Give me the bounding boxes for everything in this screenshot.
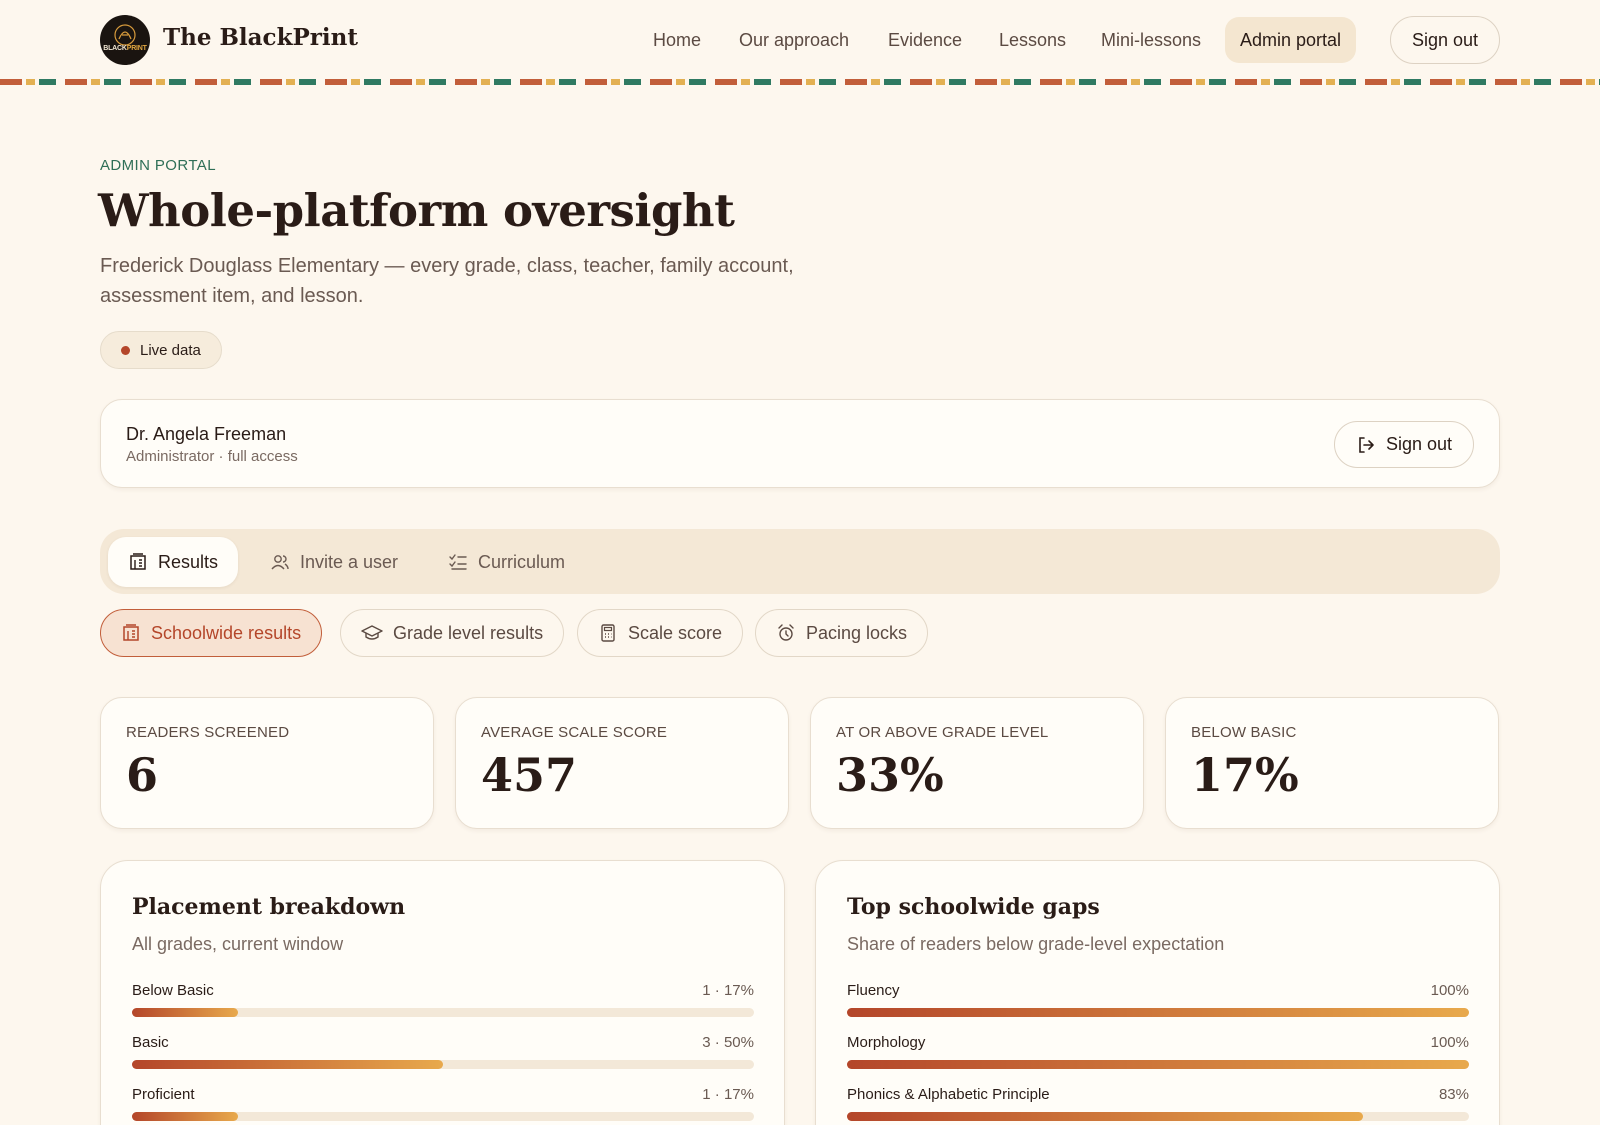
live-dot-icon — [121, 345, 130, 355]
placement-row: Proficient 1 · 17% — [132, 1086, 754, 1125]
users-icon — [271, 555, 289, 570]
bar-value: 3 · 50% — [702, 1034, 754, 1051]
stat-card-readers-screened: READERS SCREENED 6 — [100, 697, 434, 829]
bar-track — [847, 1008, 1469, 1017]
alarm-clock-icon — [778, 624, 794, 641]
tab-curriculum[interactable]: Curriculum — [428, 537, 585, 587]
bar-fill — [847, 1060, 1469, 1069]
user-name: Dr. Angela Freeman — [126, 424, 287, 444]
bar-value: 1 · 17% — [702, 982, 754, 999]
tab-results-label: Results — [158, 551, 219, 572]
panel-title: Placement breakdown — [132, 894, 406, 920]
panel-subtitle: All grades, current window — [132, 934, 344, 954]
live-data-label: Live data — [140, 341, 201, 359]
bar-value: 1 · 17% — [702, 1086, 754, 1103]
bar-label: Proficient — [132, 1086, 195, 1103]
live-data-badge: Live data — [100, 331, 222, 369]
calculator-icon — [601, 624, 615, 642]
subtab-grade-level-label: Grade level results — [393, 622, 544, 643]
building-icon — [123, 624, 139, 641]
stat-value: 17% — [1191, 748, 1299, 802]
tab-invite-label: Invite a user — [300, 551, 399, 572]
stat-label: READERS SCREENED — [126, 724, 290, 741]
subtab-scale-score[interactable]: Scale score — [577, 609, 744, 657]
gap-row: Morphology 100% — [847, 1034, 1469, 1074]
placement-row: Basic 3 · 50% — [132, 1034, 754, 1074]
nav-mini-lessons[interactable]: Mini-lessons — [1101, 17, 1201, 63]
subtab-pacing-locks-label: Pacing locks — [806, 622, 908, 643]
nav-our-approach[interactable]: Our approach — [739, 17, 849, 63]
tab-curriculum-label: Curriculum — [478, 551, 566, 572]
bar-label: Fluency — [847, 982, 900, 999]
brand-name[interactable]: The BlackPrint — [163, 24, 358, 51]
gap-row: Fluency 100% — [847, 982, 1469, 1022]
bar-fill — [847, 1112, 1364, 1121]
subtab-schoolwide-label: Schoolwide results — [151, 622, 302, 643]
sign-out-icon — [1359, 436, 1374, 453]
bar-track — [132, 1112, 754, 1121]
bar-track — [132, 1060, 754, 1069]
subtab-scale-score-label: Scale score — [628, 622, 723, 643]
bar-label: Below Basic — [132, 982, 214, 999]
panel-subtitle: Share of readers below grade-level expec… — [847, 934, 1225, 954]
tab-invite-user[interactable]: Invite a user — [250, 537, 418, 587]
user-signout-label: Sign out — [1385, 434, 1453, 454]
checklist-icon — [449, 554, 467, 570]
logo-wordmark: BLACKPRINT — [103, 45, 147, 52]
tab-results[interactable]: Results — [108, 537, 239, 587]
bar-track — [132, 1008, 754, 1017]
stat-label: BELOW BASIC — [1191, 724, 1297, 741]
decorative-stripe — [0, 79, 1600, 85]
stat-card-below-basic: BELOW BASIC 17% — [1165, 697, 1499, 829]
stat-card-at-or-above-grade-level: AT OR ABOVE GRADE LEVEL 33% — [810, 697, 1144, 829]
header-signout-button[interactable]: Sign out — [1390, 16, 1500, 64]
bar-fill — [132, 1008, 238, 1017]
bar-fill — [132, 1112, 238, 1121]
subtab-pacing-locks[interactable]: Pacing locks — [755, 609, 929, 657]
graduation-cap-icon — [361, 625, 383, 640]
nav-lessons[interactable]: Lessons — [999, 17, 1066, 63]
placement-row: Below Basic 1 · 17% — [132, 982, 754, 1022]
page-title: Whole-platform oversight — [98, 184, 735, 237]
stat-value: 33% — [836, 748, 944, 802]
nav-admin-portal[interactable]: Admin portal — [1225, 17, 1357, 63]
top-gaps-panel: Top schoolwide gaps Share of readers bel… — [815, 860, 1500, 1125]
placement-breakdown-panel: Placement breakdown All grades, current … — [100, 860, 785, 1125]
stat-value: 457 — [481, 748, 578, 802]
subtab-grade-level-results[interactable]: Grade level results — [340, 609, 565, 657]
page-subtitle: Frederick Douglass Elementary — every gr… — [100, 255, 794, 307]
bar-label: Morphology — [847, 1034, 926, 1051]
stat-value: 6 — [126, 748, 159, 802]
bar-track — [847, 1060, 1469, 1069]
stat-card-average-scale-score: AVERAGE SCALE SCORE 457 — [455, 697, 789, 829]
page-eyebrow: ADMIN PORTAL — [100, 157, 216, 174]
brand-logo[interactable]: BLACKPRINT — [100, 15, 150, 65]
stat-label: AT OR ABOVE GRADE LEVEL — [836, 724, 1049, 741]
bar-fill — [132, 1060, 443, 1069]
stat-label: AVERAGE SCALE SCORE — [481, 724, 668, 741]
bar-value: 100% — [1430, 982, 1469, 999]
nav-evidence[interactable]: Evidence — [888, 17, 962, 63]
logo-emblem-icon — [114, 24, 136, 46]
user-card: Dr. Angela Freeman Administrator · full … — [100, 399, 1500, 488]
user-role: Administrator · full access — [126, 448, 298, 465]
building-icon — [130, 553, 146, 570]
bar-label: Phonics & Alphabetic Principle — [847, 1086, 1050, 1103]
site-header: BLACKPRINT The BlackPrint Home Our appro… — [0, 0, 1600, 80]
subtab-schoolwide-results[interactable]: Schoolwide results — [100, 609, 323, 657]
main-tabs: Results Invite a user Curriculum — [100, 529, 1500, 594]
bar-label: Basic — [132, 1034, 169, 1051]
bar-value: 100% — [1430, 1034, 1469, 1051]
bar-track — [847, 1112, 1469, 1121]
gap-row: Phonics & Alphabetic Principle 83% — [847, 1086, 1469, 1125]
nav-home[interactable]: Home — [653, 17, 701, 63]
panel-title: Top schoolwide gaps — [847, 894, 1100, 920]
bar-value: 83% — [1438, 1086, 1469, 1103]
bar-fill — [847, 1008, 1469, 1017]
user-signout-button[interactable]: Sign out — [1334, 421, 1474, 468]
